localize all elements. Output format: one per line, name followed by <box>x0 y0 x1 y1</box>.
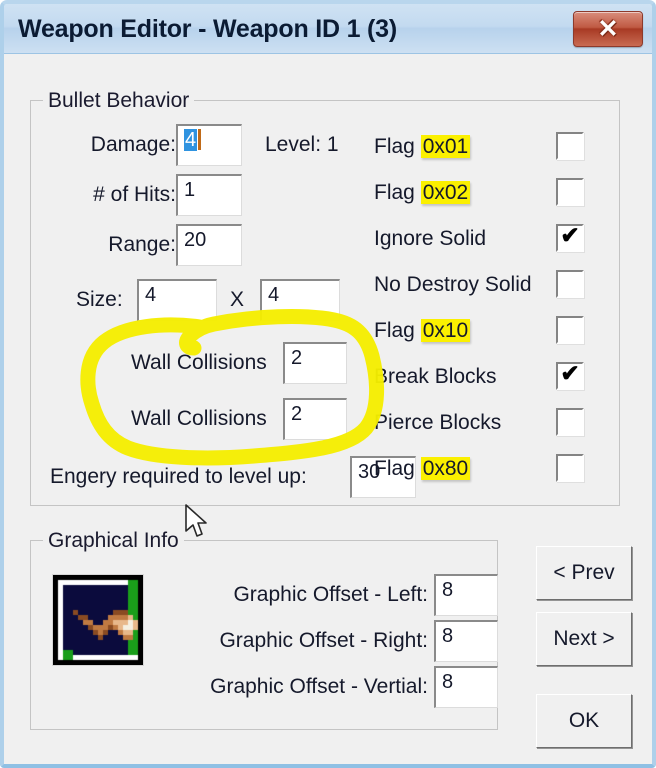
offset-left-value: 8 <box>442 579 454 601</box>
wall-collisions-1-input[interactable]: 2 <box>283 342 347 384</box>
sprite-preview[interactable] <box>52 574 144 666</box>
flag-label-text-7: Flag <box>374 457 421 480</box>
bullet-behavior-legend: Bullet Behavior <box>43 89 195 113</box>
flag-label-4: Flag 0x10 <box>374 319 471 342</box>
range-value: 20 <box>184 229 207 251</box>
flag-checkbox-0[interactable] <box>556 132 584 160</box>
hits-input[interactable]: 1 <box>176 174 242 216</box>
wall-collisions-1-value: 2 <box>291 347 303 369</box>
flag-label-3: No Destroy Solid <box>374 273 532 296</box>
text-caret <box>198 129 202 150</box>
flag-label-6: Pierce Blocks <box>374 411 502 434</box>
flag-label-text-1: Flag <box>374 181 421 204</box>
flag-checkbox-3[interactable] <box>556 270 584 298</box>
flag-label-text-0: Flag <box>374 135 421 158</box>
wall-collisions-2-value: 2 <box>291 403 303 425</box>
close-icon: ✕ <box>597 15 619 43</box>
flag-label-1: Flag 0x02 <box>374 181 471 204</box>
flag-checkbox-5[interactable]: ✔ <box>556 359 584 390</box>
offset-right-input[interactable]: 8 <box>434 620 498 662</box>
offset-right-value: 8 <box>442 625 454 647</box>
flag-label-7: Flag 0x80 <box>374 457 471 480</box>
range-input[interactable]: 20 <box>176 224 242 266</box>
flag-checkbox-6[interactable] <box>556 408 584 436</box>
weapon-editor-window: Weapon Editor - Weapon ID 1 (3) ✕ Bullet… <box>0 0 656 768</box>
flag-checkbox-4[interactable] <box>556 316 584 344</box>
offset-right-label: Graphic Offset - Right: <box>219 629 428 652</box>
check-icon: ✔ <box>560 359 580 386</box>
size-x-label: X <box>230 288 245 311</box>
range-label: Range: <box>108 233 176 256</box>
ok-button[interactable]: OK <box>536 694 632 748</box>
title-bar: Weapon Editor - Weapon ID 1 (3) ✕ <box>4 4 652 54</box>
damage-label: Damage: <box>90 133 176 156</box>
flag-label-text-4: Flag <box>374 319 421 342</box>
energy-label: Engery required to level up: <box>50 465 307 488</box>
level-label: Level: 1 <box>265 133 339 156</box>
size-width-value: 4 <box>145 284 157 306</box>
hits-label: # of Hits: <box>93 183 176 206</box>
wall-collisions-1-label: Wall Collisions <box>131 351 267 374</box>
offset-left-input[interactable]: 8 <box>434 574 498 616</box>
size-width-input[interactable]: 4 <box>137 279 217 321</box>
flag-label-5: Break Blocks <box>374 365 497 388</box>
flag-hex-0: 0x01 <box>420 135 471 158</box>
flag-checkbox-2[interactable]: ✔ <box>556 221 584 252</box>
wall-collisions-2-input[interactable]: 2 <box>283 398 347 440</box>
sprite-canvas <box>53 575 143 665</box>
flag-checkbox-1[interactable] <box>556 178 584 206</box>
offset-vertical-value: 8 <box>442 671 454 693</box>
damage-value: 4 <box>184 129 198 151</box>
flag-checkbox-7[interactable] <box>556 454 584 482</box>
damage-input[interactable]: 4 <box>176 124 242 166</box>
graphical-info-legend: Graphical Info <box>43 529 184 553</box>
flag-label-2: Ignore Solid <box>374 227 487 250</box>
wall-collisions-2-label: Wall Collisions <box>131 407 267 430</box>
close-button[interactable]: ✕ <box>573 11 643 47</box>
flag-hex-1: 0x02 <box>420 181 471 204</box>
prev-button[interactable]: < Prev <box>536 546 632 600</box>
check-icon: ✔ <box>560 221 580 248</box>
flag-hex-7: 0x80 <box>420 457 471 480</box>
hits-value: 1 <box>184 179 196 201</box>
size-height-value: 4 <box>268 284 280 306</box>
offset-vertical-input[interactable]: 8 <box>434 666 498 708</box>
flag-label-0: Flag 0x01 <box>374 135 471 158</box>
mouse-cursor <box>185 504 207 537</box>
window-title: Weapon Editor - Weapon ID 1 (3) <box>18 15 398 43</box>
flag-hex-4: 0x10 <box>420 319 471 342</box>
size-label: Size: <box>76 288 123 311</box>
offset-vertical-label: Graphic Offset - Vertial: <box>210 675 428 698</box>
size-height-input[interactable]: 4 <box>260 279 340 321</box>
next-button[interactable]: Next > <box>536 612 632 666</box>
offset-left-label: Graphic Offset - Left: <box>233 583 428 606</box>
